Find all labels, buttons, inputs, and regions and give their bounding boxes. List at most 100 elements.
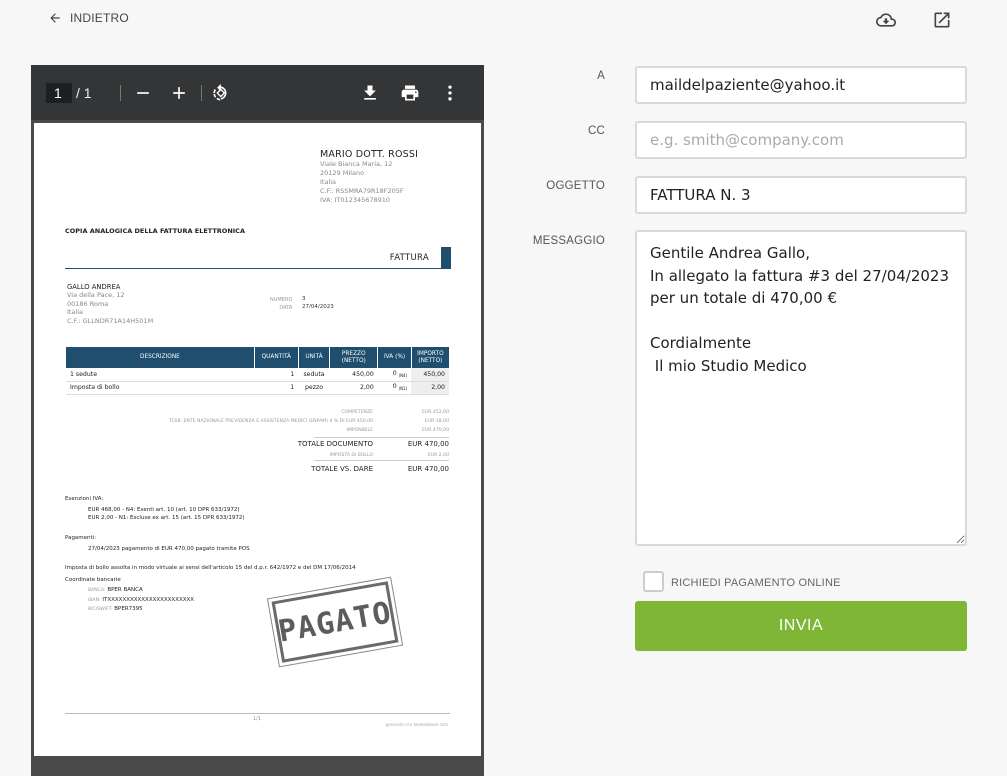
- pdf-viewer: 1 / 1 MARIO DOTT. ROSSI Viale Bianca Mar…: [31, 65, 484, 776]
- summary-value: EUR 452,00: [422, 410, 449, 415]
- date-label: DATA: [279, 305, 293, 311]
- summary-competenze: COMPETENZE EUR 452,00: [124, 410, 449, 419]
- subject-label: OGGETTO: [546, 180, 605, 192]
- rotate-button[interactable]: [208, 81, 232, 105]
- page-footer: 1/1: [253, 716, 262, 722]
- send-button[interactable]: INVIA: [635, 601, 967, 651]
- row-unit: pezzo: [298, 381, 330, 395]
- issuer-iva: IVA: IT012345678910: [320, 196, 391, 204]
- summary-totale-documento: TOTALE DOCUMENTO EUR 470,00: [124, 437, 449, 453]
- coordinate-block: Coordinate bancarie BANCA: BPER BANCA IB…: [65, 577, 194, 615]
- generated-by: generato con beebeebook.com: [385, 722, 448, 727]
- pagamento-line: 27/04/2023 pagamento di EUR 470,00 pagat…: [88, 546, 250, 552]
- open-in-new-icon[interactable]: [932, 10, 952, 30]
- invoice-date: 27/04/2023: [302, 304, 334, 310]
- to-label: A: [597, 70, 605, 82]
- online-payment-label: RICHIEDI PAGAMENTO ONLINE: [671, 577, 841, 589]
- col-prezzo: PREZZO (NETTO): [329, 347, 379, 368]
- cc-field[interactable]: [635, 121, 967, 159]
- subject-field[interactable]: [635, 176, 967, 214]
- top-bar: INDIETRO: [0, 0, 1007, 42]
- issuer-country: Italia: [320, 178, 337, 186]
- more-options-button[interactable]: [438, 81, 462, 105]
- paid-stamp: PAGATO: [267, 575, 403, 669]
- to-field[interactable]: [635, 66, 967, 104]
- online-payment-checkbox[interactable]: [643, 571, 664, 592]
- iban: ITXXXXXXXXXXXXXXXXXXXXXXX: [102, 596, 195, 603]
- rotate-icon: [213, 83, 227, 101]
- col-quantita: QUANTITÀ: [254, 347, 299, 368]
- more-vertical-icon: [448, 85, 452, 101]
- table-row: Imposta di bollo 1 pezzo 2,00 0 (N1) 2,0…: [66, 381, 449, 395]
- row-amount: 2,00: [411, 381, 449, 395]
- summary-enpam: TC08: ENTE NAZIONALE PREVIDENZA E ASSIST…: [124, 419, 449, 428]
- invoice-lines-table: DESCRIZIONE QUANTITÀ UNITÀ PREZZO (NETTO…: [66, 347, 449, 395]
- invoice-client: GALLO ANDREA Via della Pace, 12 00186 Ro…: [67, 283, 153, 325]
- arrow-left-icon: [50, 13, 60, 23]
- client-city: 00186 Roma: [67, 299, 109, 308]
- issuer-address: Viale Bianca Maria, 12: [320, 160, 393, 168]
- esenzioni-title: Esenzioni IVA:: [65, 496, 104, 502]
- row-descr: Imposta di bollo: [66, 381, 255, 395]
- pagamenti-block: Pagamenti: 27/04/2023 pagamento di EUR 4…: [65, 535, 250, 553]
- bic: BPER7395: [114, 606, 143, 612]
- message-field[interactable]: Gentile Andrea Gallo, In allegato la fat…: [635, 230, 967, 546]
- summary-value: EUR 470,00: [407, 465, 449, 473]
- back-button[interactable]: INDIETRO: [48, 11, 129, 25]
- row-descr: 1 sedute: [66, 368, 255, 382]
- invoice-issuer: MARIO DOTT. ROSSI Viale Bianca Maria, 12…: [320, 149, 418, 205]
- print-icon: [401, 85, 419, 101]
- client-cf: C.F.: GLLNDR71A14H501M: [67, 316, 154, 325]
- doc-type: FATTURA: [389, 253, 429, 263]
- iban-label: IBAN:: [88, 597, 101, 603]
- summary-value: EUR 470,00: [407, 440, 449, 448]
- bank-name-line: BANCA: BPER BANCA: [65, 586, 194, 596]
- summary-label: IMPOSTA DI BOLLO: [329, 453, 373, 458]
- row-unit: seduta: [298, 368, 330, 382]
- page-number-input[interactable]: 1: [46, 83, 72, 103]
- summary-value: EUR 18,00: [424, 419, 449, 424]
- summary-imponibile: IMPONIBILE EUR 470,00: [124, 428, 449, 437]
- col-importo: IMPORTO (NETTO): [411, 347, 449, 368]
- col-descrizione: DESCRIZIONE: [66, 347, 255, 368]
- minus-icon: [137, 92, 149, 94]
- row-iva-value: 0: [392, 370, 397, 378]
- row-iva-value: 0: [392, 383, 397, 391]
- esenzioni-block: Esenzioni IVA: EUR 468,00 - N4: Esenti a…: [65, 496, 245, 522]
- row-qty: 1: [254, 381, 299, 395]
- paid-stamp-text: PAGATO: [275, 594, 395, 650]
- summary-label: TC08: ENTE NAZIONALE PREVIDENZA E ASSIST…: [168, 419, 373, 424]
- summary-label: IMPONIBILE: [346, 428, 373, 433]
- cloud-download-icon[interactable]: [876, 10, 896, 30]
- print-button[interactable]: [398, 81, 422, 105]
- cc-label: CC: [587, 125, 605, 137]
- zoom-out-button[interactable]: [131, 81, 155, 105]
- page-total: / 1: [76, 85, 92, 101]
- number-label: NUMERO: [270, 297, 293, 303]
- summary-totale-dare: TOTALE VS. DARE EUR 470,00: [124, 462, 449, 478]
- bic-line: BIC/SWIFT: BPER7395: [65, 605, 194, 615]
- viewer-scroll-area: [31, 756, 484, 776]
- invoice-number: 3: [302, 296, 306, 302]
- client-address: Via della Pace, 12: [67, 291, 125, 299]
- pdf-toolbar: 1 / 1: [31, 65, 484, 120]
- doc-type-bar: FATTURA: [65, 247, 451, 269]
- client-country: Italia: [67, 308, 84, 316]
- issuer-city: 20129 Milano: [320, 169, 365, 177]
- footer-divider: [65, 713, 450, 714]
- invoice-meta-values: 3 27/04/2023: [302, 295, 334, 311]
- pdf-download-button[interactable]: [358, 81, 382, 105]
- row-iva-code: (N4): [398, 373, 408, 379]
- row-iva: 0 (N4): [377, 368, 412, 382]
- bic-label: BIC/SWIFT:: [88, 607, 113, 612]
- message-label: MESSAGGIO: [532, 235, 605, 247]
- col-unita: UNITÀ: [298, 347, 331, 368]
- row-qty: 1: [254, 368, 299, 382]
- copy-title: COPIA ANALOGICA DELLA FATTURA ELETTRONIC…: [65, 227, 245, 235]
- summary-value: EUR 470,00: [422, 428, 449, 433]
- summary-label: TOTALE VS. DARE: [311, 465, 373, 473]
- zoom-in-button[interactable]: [167, 81, 191, 105]
- row-amount: 450,00: [411, 368, 449, 382]
- summary-label: TOTALE DOCUMENTO: [297, 440, 373, 448]
- issuer-name: MARIO DOTT. ROSSI: [320, 149, 419, 160]
